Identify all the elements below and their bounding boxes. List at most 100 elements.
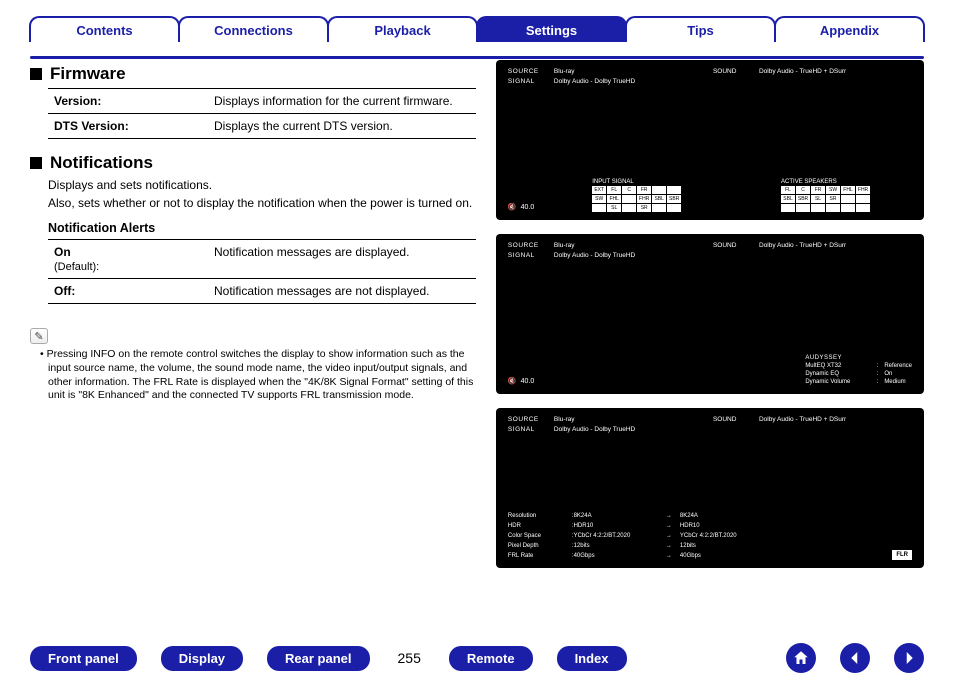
front-panel-button[interactable]: Front panel bbox=[30, 646, 137, 671]
note-text: Pressing INFO on the remote control swit… bbox=[34, 348, 476, 403]
grid-cell bbox=[652, 204, 666, 212]
table-row: Off: Notification messages are not displ… bbox=[48, 279, 476, 304]
vid-k: HDR bbox=[508, 522, 568, 530]
grid-cell: SL bbox=[811, 195, 825, 203]
grid-cell: SBR bbox=[667, 195, 681, 203]
aud-k0: MultEQ XT32 bbox=[805, 362, 870, 370]
left-column: Firmware Version: Displays information f… bbox=[30, 60, 476, 568]
alerts-off-desc: Notification messages are not displayed. bbox=[208, 279, 476, 304]
grid-cell: C bbox=[622, 186, 636, 194]
alerts-on-key: On (Default): bbox=[48, 240, 208, 279]
osd-source-value: Blu-ray bbox=[554, 68, 707, 77]
grid-cell bbox=[622, 204, 636, 212]
grid-cell: FR bbox=[811, 186, 825, 194]
vid-a: 12bits bbox=[574, 543, 590, 549]
grid-cell: SBL bbox=[781, 195, 795, 203]
grid-cell: SR bbox=[637, 204, 651, 212]
notifications-heading-text: Notifications bbox=[50, 153, 153, 173]
grid-cell: EXT bbox=[592, 186, 606, 194]
vid-k: Color Space bbox=[508, 532, 568, 540]
grid-cell bbox=[622, 195, 636, 203]
vid-b: 12bits bbox=[680, 542, 770, 550]
notifications-intro-2: Also, sets whether or not to display the… bbox=[48, 195, 476, 211]
aud-v2: Medium bbox=[884, 378, 905, 386]
grid-cell bbox=[667, 204, 681, 212]
tab-playback[interactable]: Playback bbox=[327, 16, 478, 42]
remote-button[interactable]: Remote bbox=[449, 646, 533, 671]
osd-sound-label: SOUND bbox=[713, 242, 753, 251]
osd-sound-label: SOUND bbox=[713, 68, 753, 77]
prev-page-icon[interactable] bbox=[840, 643, 870, 673]
grid-cell bbox=[592, 204, 606, 212]
osd-source-value: Blu-ray bbox=[554, 416, 707, 425]
vid-a: 40Gbps bbox=[574, 553, 595, 559]
firmware-dts-desc: Displays the current DTS version. bbox=[208, 114, 476, 139]
vid-k: FRL Rate bbox=[508, 552, 568, 560]
osd-source-label: SOURCE bbox=[508, 68, 548, 77]
grid-cell: FHR bbox=[856, 186, 870, 194]
osd-volume: 40.0 bbox=[508, 203, 534, 212]
osd-sound-value: Dolby Audio - TrueHD + DSurr bbox=[759, 416, 912, 425]
tab-settings[interactable]: Settings bbox=[476, 16, 627, 42]
grid-cell bbox=[781, 204, 795, 212]
tab-underline bbox=[30, 56, 924, 59]
vid-b: 40Gbps bbox=[680, 552, 770, 560]
osd-signal-label: SIGNAL bbox=[508, 426, 548, 435]
tab-appendix[interactable]: Appendix bbox=[774, 16, 925, 42]
grid-cell: FL bbox=[781, 186, 795, 194]
grid-cell: SBR bbox=[796, 195, 810, 203]
osd-signal-value: Dolby Audio - Dolby TrueHD bbox=[554, 78, 912, 87]
index-button[interactable]: Index bbox=[557, 646, 627, 671]
aud-v1: On bbox=[884, 370, 892, 378]
table-row: DTS Version: Displays the current DTS ve… bbox=[48, 114, 476, 139]
table-row: Version: Displays information for the cu… bbox=[48, 89, 476, 114]
footer-bar: Front panel Display Rear panel 255 Remot… bbox=[30, 643, 924, 673]
grid-cell: FHL bbox=[841, 186, 855, 194]
grid-cell: FHR bbox=[637, 195, 651, 203]
osd-source-label: SOURCE bbox=[508, 242, 548, 251]
vid-k: Resolution bbox=[508, 512, 568, 520]
section-heading-notifications: Notifications bbox=[30, 153, 476, 173]
osd-panel-video: SOURCE Blu-ray SOUND Dolby Audio - TrueH… bbox=[496, 408, 924, 568]
osd-active-speakers-grid: FL C FR SW FHL FHR SBL SBR SL SR bbox=[781, 186, 870, 212]
display-button[interactable]: Display bbox=[161, 646, 243, 671]
notifications-intro-1: Displays and sets notifications. bbox=[48, 177, 476, 193]
osd-active-speakers-label: ACTIVE SPEAKERS bbox=[781, 178, 870, 186]
osd-source-label: SOURCE bbox=[508, 416, 548, 425]
tab-connections[interactable]: Connections bbox=[178, 16, 329, 42]
next-page-icon[interactable] bbox=[894, 643, 924, 673]
section-heading-firmware: Firmware bbox=[30, 64, 476, 84]
alerts-on-label: On bbox=[54, 245, 71, 259]
square-bullet-icon bbox=[30, 68, 42, 80]
osd-audyssey-block: AUDYSSEY MultEQ XT32:Reference Dynamic E… bbox=[805, 354, 912, 386]
home-icon[interactable] bbox=[786, 643, 816, 673]
osd-signal-label: SIGNAL bbox=[508, 252, 548, 261]
vid-a: YCbCr 4:2:2/BT.2020 bbox=[574, 533, 631, 539]
top-tabs: Contents Connections Playback Settings T… bbox=[30, 14, 924, 42]
tab-contents[interactable]: Contents bbox=[29, 16, 180, 42]
firmware-version-desc: Displays information for the current fir… bbox=[208, 89, 476, 114]
osd-input-signal-block: INPUT SIGNAL EXT FL C FR SW FHL FHR SBL … bbox=[592, 178, 681, 212]
firmware-heading-text: Firmware bbox=[50, 64, 126, 84]
grid-cell bbox=[667, 186, 681, 194]
grid-cell bbox=[796, 204, 810, 212]
vid-b: HDR10 bbox=[680, 522, 770, 530]
page-number: 255 bbox=[394, 650, 425, 666]
osd-active-speakers-block: ACTIVE SPEAKERS FL C FR SW FHL FHR SBL S… bbox=[781, 178, 870, 212]
firmware-table: Version: Displays information for the cu… bbox=[48, 88, 476, 139]
osd-sound-value: Dolby Audio - TrueHD + DSurr bbox=[759, 242, 912, 251]
grid-cell: SR bbox=[826, 195, 840, 203]
osd-signal-label: SIGNAL bbox=[508, 78, 548, 87]
grid-cell bbox=[841, 204, 855, 212]
tab-tips[interactable]: Tips bbox=[625, 16, 776, 42]
grid-cell: SW bbox=[826, 186, 840, 194]
pencil-icon: ✎ bbox=[30, 328, 48, 344]
osd-input-signal-grid: EXT FL C FR SW FHL FHR SBL SBR SL bbox=[592, 186, 681, 212]
osd-flr-badge: FLR bbox=[892, 550, 912, 560]
rear-panel-button[interactable]: Rear panel bbox=[267, 646, 369, 671]
vid-b: 8K24A bbox=[680, 512, 770, 520]
alerts-on-desc: Notification messages are displayed. bbox=[208, 240, 476, 279]
osd-sound-value: Dolby Audio - TrueHD + DSurr bbox=[759, 68, 912, 77]
main-content: Firmware Version: Displays information f… bbox=[30, 60, 924, 568]
square-bullet-icon bbox=[30, 157, 42, 169]
